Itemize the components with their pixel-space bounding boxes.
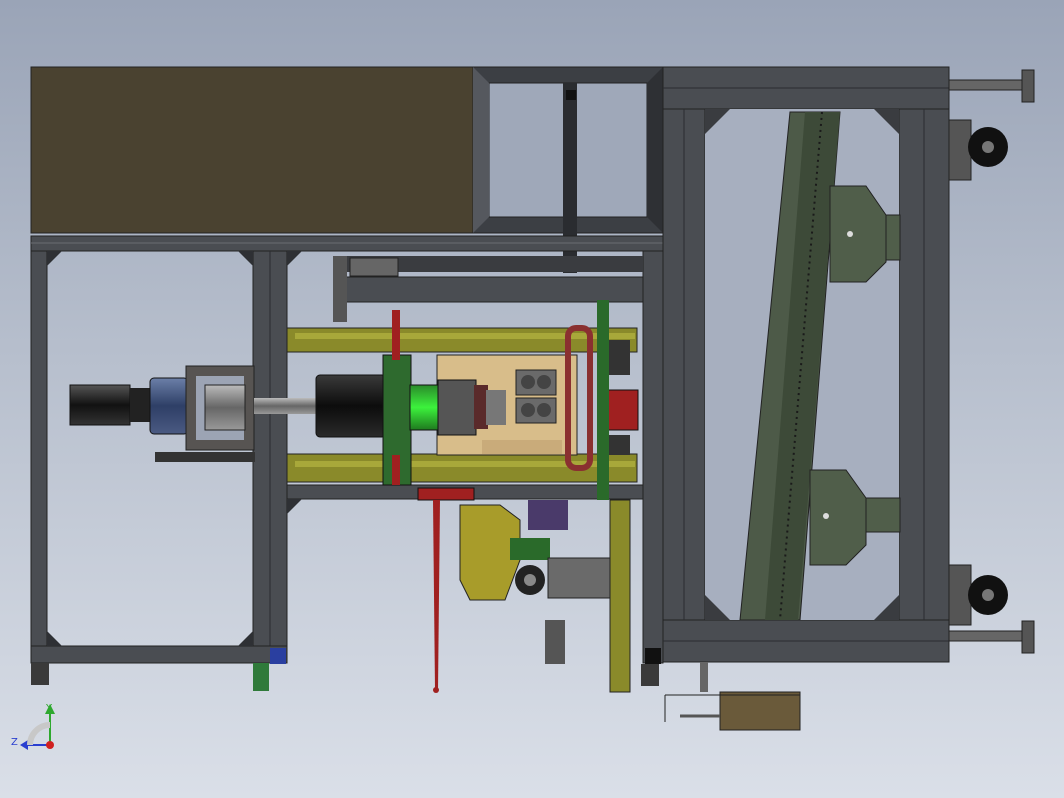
purple-bracket: [528, 500, 568, 530]
leveling-foot-bottom: [948, 620, 1035, 654]
z-axis-label: Z: [11, 737, 18, 748]
assembly-drawing: Y Z: [11, 66, 1035, 750]
gearbox: [149, 377, 189, 435]
cad-viewport[interactable]: Y Z: [0, 0, 1064, 798]
right-upright: [597, 300, 609, 500]
spindle-drum: [315, 374, 387, 438]
olive-vertical-plate: [609, 499, 631, 693]
caster-top: [948, 119, 1008, 181]
caster-bottom: [948, 564, 1008, 626]
upper-crossbeam: [333, 256, 644, 322]
coordinate-triad: Y Z: [11, 703, 55, 750]
x-axis-dot: [46, 741, 54, 749]
bearing-block-lower: [515, 397, 557, 424]
top-cover-panel: [30, 66, 474, 234]
drive-shaft: [254, 398, 318, 414]
foot-pedal-box: [664, 662, 801, 731]
coupling-bracket: [185, 365, 255, 451]
y-axis-label: Y: [45, 703, 53, 714]
bearing-block-upper: [515, 369, 557, 396]
green-spindle-sleeve: [409, 384, 441, 431]
triad-arc: [27, 722, 51, 746]
z-axis-arrow: [20, 740, 28, 750]
leveling-foot-top: [948, 69, 1035, 103]
motor-mount-rod: [155, 452, 255, 462]
lower-cylinder: [545, 557, 613, 664]
servo-motor: [69, 384, 152, 426]
